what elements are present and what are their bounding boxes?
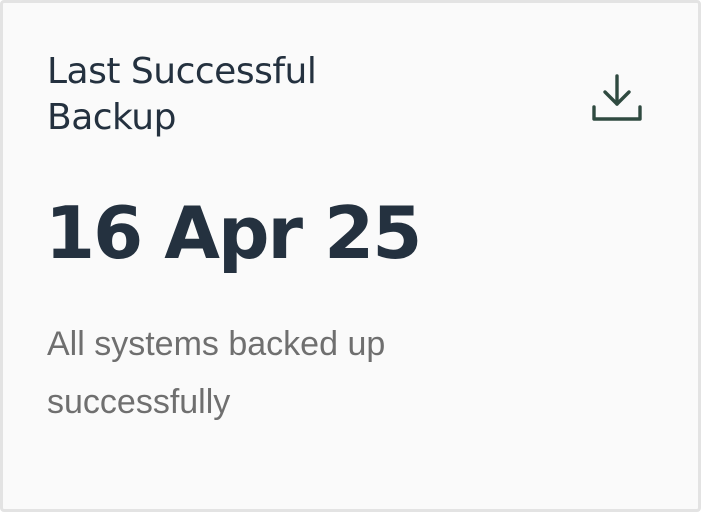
backup-status-card: Last Successful Backup 16 Apr 25 All sys… [0, 0, 701, 512]
download-icon [592, 74, 642, 121]
last-backup-date: 16 Apr 25 [45, 191, 422, 275]
download-backup-button[interactable] [586, 69, 648, 127]
backup-status-description: All systems backed up successfully [47, 325, 386, 421]
card-title: Last Successful Backup [47, 51, 317, 138]
